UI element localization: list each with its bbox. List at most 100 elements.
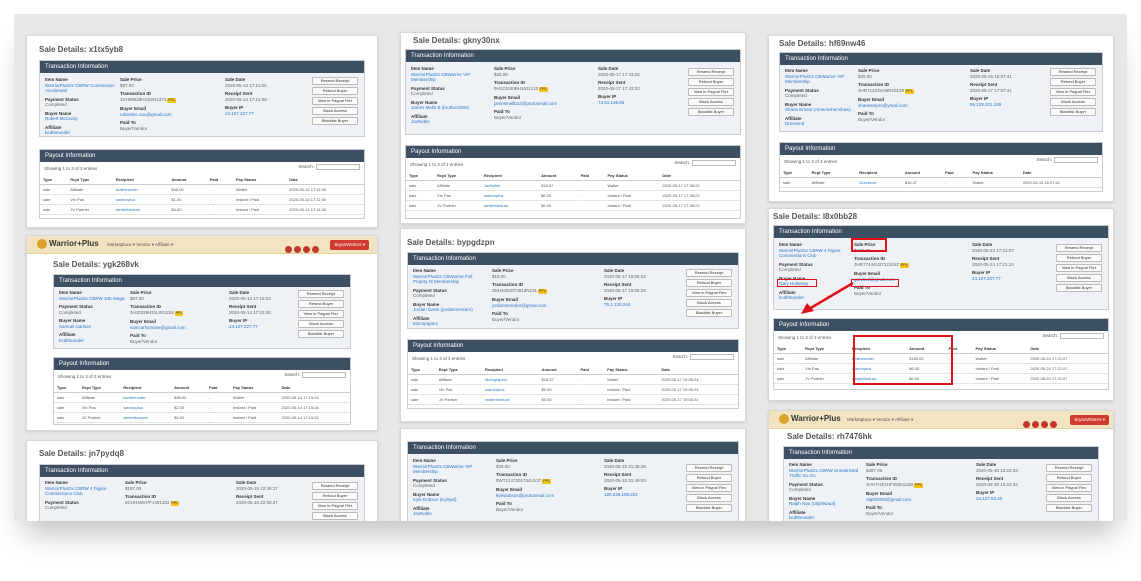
payout-search[interactable]: Search:	[284, 372, 346, 378]
item-name-link[interactable]: WarriorPlusDx CBWarrior VIP Membership	[413, 464, 485, 475]
blacklist-buyer-button[interactable]: Blacklist Buyer	[688, 108, 734, 116]
buyer-name-link[interactable]: Samuel Carlson	[59, 324, 129, 330]
resend-receipt-button[interactable]: Resend Receipt	[312, 77, 358, 85]
refund-buyer-button[interactable]: Refund Buyer	[312, 87, 358, 95]
buyer-ip-link[interactable]: 24.107.227.77	[229, 324, 299, 330]
resend-receipt-button[interactable]: Resend Receipt	[1046, 464, 1092, 472]
buyer-ip-link[interactable]: 24.107.227.77	[972, 276, 1042, 282]
user-menu-button[interactable]: BryanWinters ▾	[330, 240, 369, 250]
user-menu-button[interactable]: BryanWinters ▾	[1070, 415, 1109, 425]
buyer-ip-link[interactable]: 24.127.53.40	[976, 496, 1046, 502]
blacklist-buyer-button[interactable]: Blacklist Buyer	[1046, 504, 1092, 512]
blacklist-buyer-button[interactable]: Blacklist Buyer	[312, 117, 358, 125]
buyer-email-link[interactable]: robertmc.ooo@gmail.com	[120, 112, 200, 118]
item-name-link[interactable]: WarriorPlusDx CBRW 4 Figure Commissions …	[45, 486, 115, 497]
item-name-link[interactable]: WarriorPlusDx CBRW 4 Figure Commissions …	[779, 248, 849, 259]
view-paypal-button[interactable]: View in Paypal Flex	[686, 289, 732, 297]
view-paypal-button[interactable]: View in Paypal Flex	[688, 88, 734, 96]
refund-buyer-button[interactable]: Refund Buyer	[1056, 254, 1102, 262]
buyer-name-link[interactable]: Jordan Davis (jordanmeredor)	[413, 307, 485, 313]
block-access-button[interactable]: Block Access	[1046, 494, 1092, 502]
block-access-button[interactable]: Block Access	[686, 494, 732, 502]
refund-buyer-button[interactable]: Refund Buyer	[1050, 78, 1096, 86]
resend-receipt-button[interactable]: Resend Receipt	[1056, 244, 1102, 252]
view-paypal-button[interactable]: View in Paypal Flex	[686, 484, 732, 492]
buyer-ip-link[interactable]: 79.1.120.244	[604, 302, 674, 308]
buyer-email-link[interactable]: shanesmpro@ymail.com	[858, 103, 938, 109]
buyer-email-link[interactable]: jamesmellb22@protonmail.com	[494, 101, 574, 107]
affiliate-link[interactable]: JaxNoble	[411, 119, 481, 125]
affiliate-link[interactable]: Monopapers	[413, 321, 485, 327]
buyer-email-link[interactable]: jordanmeredor@gmail.com	[492, 303, 572, 309]
block-access-button[interactable]: Block Access	[686, 299, 732, 307]
buyer-name-link[interactable]: Kyle Dobson (Kylepd)	[413, 497, 485, 503]
block-access-button[interactable]: Block Access	[1056, 274, 1102, 282]
block-access-button[interactable]: Block Access	[312, 107, 358, 115]
paypal-badge: PPL	[170, 500, 180, 506]
buyer-email-link[interactable]: samcarlsonone@gmail.com	[130, 325, 210, 331]
notification-icon	[285, 246, 292, 253]
block-access-button[interactable]: Block Access	[688, 98, 734, 106]
payout-search[interactable]: Search:	[298, 164, 360, 170]
affiliate-link[interactable]: JaxNoble	[413, 511, 485, 517]
warriorplus-logo[interactable]: Warrior+Plus	[779, 414, 841, 424]
notification-icons[interactable]	[285, 240, 321, 258]
warriorplus-logo[interactable]: Warrior+Plus	[37, 239, 99, 249]
refund-buyer-button[interactable]: Refund Buyer	[688, 78, 734, 86]
buyer-name-link[interactable]: James Mello B (brother2000)	[411, 105, 481, 111]
blacklist-buyer-button[interactable]: Blacklist Buyer	[1050, 108, 1096, 116]
item-name-link[interactable]: WarriorPlusDx CBWarrior VIP Membership	[785, 74, 855, 85]
item-name-link[interactable]: WarriorPlusDx CBRW Unrestricted Traffic …	[789, 468, 861, 479]
warriorplus-menu[interactable]: Marketplace ▾ Vendor ▾ Affiliate ▾	[107, 242, 173, 248]
affiliate-link[interactable]: bcdtheunder	[59, 338, 129, 344]
buyer-ip-link[interactable]: 24.107.227.77	[225, 111, 295, 117]
view-paypal-button[interactable]: View in Paypal Flex	[312, 502, 358, 510]
buyer-email-link[interactable]: kyledobson@protonmail.com	[496, 493, 576, 499]
payout-search[interactable]: Search:	[1036, 157, 1098, 163]
refund-buyer-button[interactable]: Refund Buyer	[298, 300, 344, 308]
payout-search[interactable]: Search:	[674, 160, 736, 166]
resend-receipt-button[interactable]: Resend Receipt	[1050, 68, 1096, 76]
buyer-name-link[interactable]: Ralph Nau (ralphNau3)	[789, 501, 861, 507]
refund-buyer-button[interactable]: Refund Buyer	[1046, 474, 1092, 482]
affiliate-link[interactable]: Drevsend	[785, 121, 855, 127]
sale-card-l8x0bb28: Sale Details: l8x0bb28 Transaction Infor…	[768, 208, 1114, 401]
resend-receipt-button[interactable]: Resend Receipt	[298, 290, 344, 298]
view-paypal-button[interactable]: View in Paypal Flex	[312, 97, 358, 105]
buyer-ip-link[interactable]: 180.248.108.222	[604, 492, 674, 498]
payout-search[interactable]: Search:	[672, 354, 734, 360]
blacklist-buyer-button[interactable]: Blacklist Buyer	[686, 309, 732, 317]
payout-search[interactable]: Search:	[1042, 333, 1104, 339]
resend-receipt-button[interactable]: Resend Receipt	[686, 464, 732, 472]
block-access-button[interactable]: Block Access	[1050, 98, 1096, 106]
view-paypal-button[interactable]: View in Paypal Flex	[1046, 484, 1092, 492]
blacklist-buyer-button[interactable]: Blacklist Buyer	[298, 330, 344, 338]
buyer-name-link[interactable]: Robert McCurdy	[45, 116, 115, 122]
affiliate-link[interactable]: bcdtheunder	[789, 515, 861, 521]
notification-icons[interactable]	[1023, 415, 1059, 433]
view-paypal-button[interactable]: View in Paypal Flex	[1056, 264, 1102, 272]
blacklist-buyer-button[interactable]: Blacklist Buyer	[1056, 284, 1102, 292]
blacklist-buyer-button[interactable]: Blacklist Buyer	[686, 504, 732, 512]
refund-buyer-button[interactable]: Refund Buyer	[686, 474, 732, 482]
item-name-link[interactable]: WarriorPlusDx CBRW Commission Accelerato…	[45, 83, 115, 94]
resend-receipt-button[interactable]: Resend Receipt	[686, 269, 732, 277]
resend-receipt-button[interactable]: Resend Receipt	[688, 68, 734, 76]
item-name-link[interactable]: WarriorPlusDx CBRW 10K Magic	[59, 296, 129, 302]
item-name-link[interactable]: WarriorPlusDx CBWarrior VIP Membership	[411, 72, 481, 83]
warriorplus-menu[interactable]: Marketplace ▾ Vendor ▾ Affiliate ▾	[847, 417, 913, 423]
view-paypal-button[interactable]: View in Paypal Flex	[1050, 88, 1096, 96]
block-access-button[interactable]: Block Access	[312, 512, 358, 520]
buyer-ip-link[interactable]: 99.129.201.189	[970, 102, 1040, 108]
buyer-ip-link[interactable]: 74.61.146.86	[598, 100, 668, 106]
affiliate-link[interactable]: bcdtheunder	[45, 130, 115, 136]
refund-buyer-button[interactable]: Refund Buyer	[686, 279, 732, 287]
sale-id: hf69nw46	[828, 39, 866, 48]
buyer-email-link[interactable]: ralph0000@gmail.com	[866, 497, 946, 503]
buyer-name-link[interactable]: Shane Ernest (Amerisshenshaw)	[785, 107, 855, 113]
block-access-button[interactable]: Block Access	[298, 320, 344, 328]
view-paypal-button[interactable]: View in Paypal Flex	[298, 310, 344, 318]
item-name-link[interactable]: WarriorPlusDx CBWarrior Full Proprty IX …	[413, 274, 485, 285]
refund-buyer-button[interactable]: Refund Buyer	[312, 492, 358, 500]
resend-receipt-button[interactable]: Resend Receipt	[312, 482, 358, 490]
